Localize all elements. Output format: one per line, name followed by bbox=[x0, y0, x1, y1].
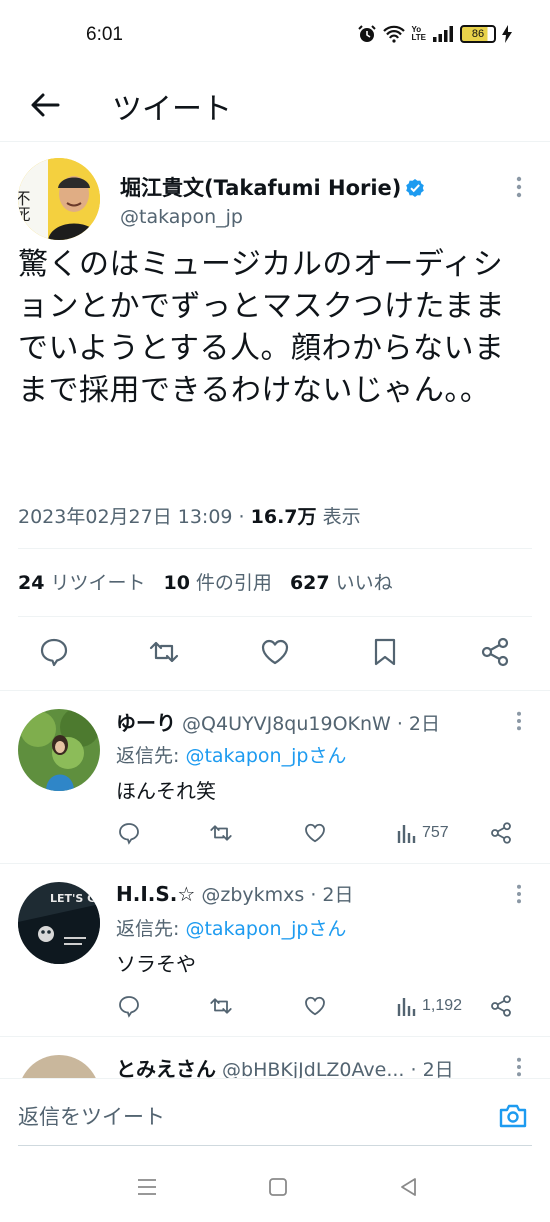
status-icons: Yo LTE 86 bbox=[357, 24, 512, 44]
replying-to: 返信先: @takapon_jpさん bbox=[116, 914, 346, 941]
reply-views-count: 757 bbox=[422, 824, 449, 841]
quotes-label: 件の引用 bbox=[195, 572, 272, 594]
quotes-stat[interactable]: 10 件の引用 bbox=[163, 572, 271, 594]
verified-badge-icon bbox=[406, 179, 425, 197]
replying-to-label: 返信先: bbox=[116, 745, 186, 767]
charging-icon bbox=[502, 25, 512, 43]
retweet-icon[interactable] bbox=[148, 636, 180, 668]
tweet-text: 驚くのはミュージカルのオーディションとかでずっとマスクつけたままでいようとする人… bbox=[18, 247, 506, 408]
more-options-icon[interactable] bbox=[516, 1057, 522, 1077]
retweets-stat[interactable]: 24 リツイート bbox=[18, 572, 145, 594]
replying-to-handle-link[interactable]: @takapon_jpさん bbox=[185, 918, 346, 940]
divider bbox=[18, 548, 532, 549]
author-name-text: 堀江貴文(Takafumi Horie) bbox=[120, 176, 402, 200]
tweet-meta: 2023年02月27日 13:09 · 16.7万 表示 bbox=[18, 506, 361, 528]
like-heart-icon[interactable] bbox=[302, 821, 328, 845]
views-label: 表示 bbox=[322, 506, 361, 528]
reply-icon[interactable] bbox=[116, 994, 142, 1018]
retweets-count: 24 bbox=[18, 572, 45, 594]
replying-to-handle-link[interactable]: @takapon_jpさん bbox=[185, 745, 346, 767]
like-heart-icon[interactable] bbox=[259, 636, 291, 668]
reply-views-count: 1,192 bbox=[422, 997, 463, 1014]
like-heart-icon[interactable] bbox=[302, 994, 328, 1018]
reply-avatar[interactable] bbox=[18, 709, 100, 791]
views-count: 16.7万 bbox=[250, 506, 317, 528]
top-app-bar: ツイート bbox=[0, 70, 550, 142]
camera-icon[interactable] bbox=[498, 1101, 528, 1131]
reply-tweet[interactable]: ゆーり @Q4UYVJ8qu19OKnW · 2日 返信先: @takapon_… bbox=[0, 690, 550, 863]
author-avatar[interactable]: 不死の研究 bbox=[18, 158, 100, 240]
share-icon[interactable] bbox=[488, 994, 514, 1018]
retweet-icon[interactable] bbox=[208, 821, 234, 845]
menu-icon[interactable] bbox=[136, 1176, 158, 1198]
reply-author-name[interactable]: ゆーり bbox=[116, 711, 176, 735]
reply-author-line: ゆーり @Q4UYVJ8qu19OKnW · 2日 bbox=[116, 707, 496, 736]
share-icon[interactable] bbox=[488, 821, 514, 845]
replying-to-label: 返信先: bbox=[116, 918, 186, 940]
views-button[interactable]: 1,192 bbox=[396, 994, 462, 1018]
more-options-icon[interactable] bbox=[516, 884, 522, 904]
status-time: 6:01 bbox=[86, 24, 123, 45]
reply-author-name[interactable]: H.I.S.☆ bbox=[116, 882, 195, 906]
replying-to: 返信先: @takapon_jpさん bbox=[116, 741, 346, 768]
system-nav-bar bbox=[0, 1148, 550, 1222]
share-icon[interactable] bbox=[479, 636, 511, 668]
volte-icon: Yo LTE bbox=[411, 25, 426, 42]
alarm-icon bbox=[358, 25, 377, 42]
likes-stat[interactable]: 627 いいね bbox=[290, 572, 393, 594]
back-arrow-icon[interactable] bbox=[28, 88, 62, 122]
retweet-icon[interactable] bbox=[208, 994, 234, 1018]
tweet-action-bar bbox=[0, 636, 550, 692]
bookmark-icon[interactable] bbox=[369, 636, 401, 668]
avatar-text: LET'S GO bbox=[50, 892, 100, 905]
divider bbox=[18, 616, 532, 617]
views-chart-icon bbox=[397, 825, 416, 843]
quotes-count: 10 bbox=[163, 572, 190, 594]
likes-count: 627 bbox=[289, 572, 330, 594]
battery-icon: 86 bbox=[460, 25, 496, 43]
likes-label: いいね bbox=[335, 572, 393, 594]
tweet-stats: 24 リツイート 10 件の引用 627 いいね bbox=[18, 568, 393, 595]
reply-avatar[interactable]: LET'S GO bbox=[18, 882, 100, 964]
author-handle[interactable]: @takapon_jp bbox=[120, 206, 243, 228]
views-button[interactable]: 757 bbox=[396, 821, 449, 845]
back-icon[interactable] bbox=[398, 1176, 420, 1198]
views-chart-icon bbox=[397, 998, 416, 1016]
tweet-timestamp[interactable]: 2023年02月27日 13:09 bbox=[18, 506, 233, 528]
home-icon[interactable] bbox=[267, 1176, 289, 1198]
reply-input[interactable]: 返信をツイート bbox=[18, 1101, 165, 1131]
more-options-icon[interactable] bbox=[516, 711, 522, 731]
retweets-label: リツイート bbox=[50, 572, 146, 594]
author-display-name[interactable]: 堀江貴文(Takafumi Horie) bbox=[120, 172, 425, 202]
reply-text: ソラそや bbox=[116, 952, 196, 976]
reply-text: ほんそれ笑 bbox=[116, 779, 216, 803]
reply-action-bar: 1,192 bbox=[116, 994, 526, 1022]
reply-handle-time: @zbykmxs · 2日 bbox=[201, 884, 354, 906]
signal-icon bbox=[433, 26, 453, 42]
composer-underline bbox=[18, 1145, 532, 1146]
reply-author-line: H.I.S.☆ @zbykmxs · 2日 bbox=[116, 880, 496, 907]
reply-composer: 返信をツイート bbox=[0, 1078, 550, 1148]
reply-tweet[interactable]: LET'S GO H.I.S.☆ @zbykmxs · 2日 返信先: @tak… bbox=[0, 863, 550, 1036]
wifi-icon bbox=[383, 25, 406, 43]
reply-handle-time: @Q4UYVJ8qu19OKnW · 2日 bbox=[182, 713, 441, 735]
reply-icon[interactable] bbox=[116, 821, 142, 845]
reply-icon[interactable] bbox=[38, 636, 70, 668]
avatar-book-text: 不死の研究 bbox=[18, 190, 31, 240]
page-title: ツイート bbox=[112, 92, 232, 127]
reply-action-bar: 757 bbox=[116, 821, 526, 849]
status-bar: 6:01 Yo LTE 86 bbox=[0, 0, 550, 70]
more-options-icon[interactable] bbox=[516, 176, 522, 198]
